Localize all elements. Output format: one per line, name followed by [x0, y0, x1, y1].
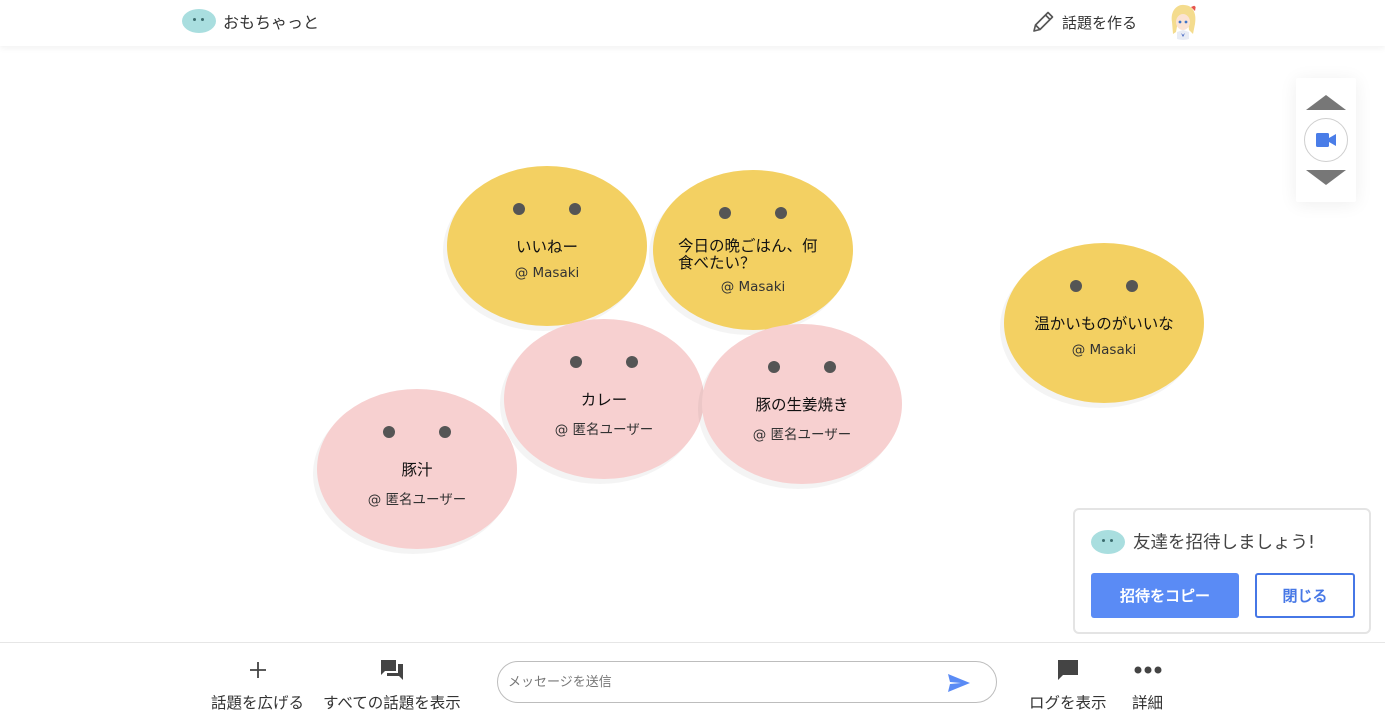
- topic-bubble[interactable]: 温かいものがいいな @ Masaki: [1004, 243, 1204, 403]
- topic-author: @ Masaki: [720, 279, 786, 295]
- invite-header: 友達を招待しましょう!: [1091, 529, 1315, 554]
- bubble-eyes: [702, 361, 902, 375]
- details-button[interactable]: 詳細: [1132, 657, 1163, 713]
- topic-title: カレー: [580, 391, 628, 409]
- bubble-eyes: [653, 207, 853, 221]
- message-input[interactable]: [508, 671, 928, 693]
- bubble-eyes: [504, 356, 704, 370]
- video-camera-button[interactable]: [1304, 118, 1348, 162]
- scroll-up-arrow-icon[interactable]: [1306, 95, 1346, 110]
- bottom-toolbar: 話題を広げる すべての話題を表示 ログを表示: [0, 642, 1385, 724]
- topic-bubble[interactable]: 豚汁 @ 匿名ユーザー: [317, 389, 517, 549]
- all-topics-label: すべての話題を表示: [323, 694, 461, 712]
- topic-title: 温かいものがいいな: [1034, 315, 1174, 333]
- avatar-illustration: [1164, 2, 1202, 40]
- camera-panel: [1296, 78, 1356, 202]
- show-log-button[interactable]: ログを表示: [1029, 657, 1107, 713]
- app-name: おもちゃっと: [223, 13, 320, 32]
- app-logo[interactable]: おもちゃっと: [182, 9, 319, 33]
- send-icon: [948, 674, 970, 692]
- topic-bubble[interactable]: いいねー @ Masaki: [447, 166, 647, 326]
- create-topic-button[interactable]: 話題を作る: [1030, 9, 1137, 35]
- send-button[interactable]: [946, 671, 972, 695]
- user-avatar[interactable]: [1164, 2, 1202, 40]
- topic-author: @ 匿名ユーザー: [367, 492, 467, 508]
- topic-author: @ 匿名ユーザー: [752, 427, 852, 443]
- forum-icon: [380, 660, 403, 680]
- blob-icon: [182, 9, 216, 33]
- show-log-label: ログを表示: [1029, 694, 1107, 712]
- plus-icon: [249, 662, 266, 678]
- app-header: おもちゃっと 話題を作る: [0, 0, 1385, 46]
- more-horizontal-icon: [1134, 666, 1161, 674]
- all-topics-button[interactable]: すべての話題を表示: [323, 657, 461, 713]
- topic-bubble[interactable]: カレー @ 匿名ユーザー: [504, 319, 704, 479]
- bubble-eyes: [1004, 280, 1204, 294]
- video-camera-icon: [1316, 133, 1336, 147]
- copy-invite-button[interactable]: 招待をコピー: [1091, 573, 1239, 618]
- details-label: 詳細: [1132, 694, 1164, 712]
- scroll-down-arrow-icon[interactable]: [1306, 170, 1346, 185]
- expand-topic-button[interactable]: 話題を広げる: [211, 657, 304, 713]
- topic-bubble[interactable]: 今日の晩ごはん、何食べたい？ @ Masaki: [653, 170, 853, 330]
- expand-topic-label: 話題を広げる: [211, 694, 305, 712]
- topic-author: @ 匿名ユーザー: [554, 422, 654, 438]
- topic-title: いいねー: [515, 238, 578, 256]
- topic-title: 豚汁: [401, 461, 433, 479]
- bubble-eyes: [317, 426, 517, 440]
- close-invite-button[interactable]: 閉じる: [1255, 573, 1355, 618]
- topic-author: @ Masaki: [514, 265, 580, 281]
- invite-card: 友達を招待しましょう! 招待をコピー 閉じる: [1073, 508, 1371, 634]
- topic-title: 今日の晩ごはん、何食べたい？: [678, 237, 818, 272]
- invite-message: 友達を招待しましょう!: [1133, 533, 1316, 553]
- blob-icon: [1091, 529, 1125, 554]
- message-box: [497, 661, 997, 703]
- bubble-eyes: [447, 203, 647, 217]
- topic-author: @ Masaki: [1071, 342, 1137, 358]
- create-topic-label: 話題を作る: [1062, 13, 1138, 32]
- chat-bubble-icon: [1057, 660, 1078, 680]
- topic-bubble[interactable]: 豚の生姜焼き @ 匿名ユーザー: [702, 324, 902, 484]
- pencil-icon: [1033, 11, 1054, 32]
- topic-title: 豚の生姜焼き: [755, 396, 849, 414]
